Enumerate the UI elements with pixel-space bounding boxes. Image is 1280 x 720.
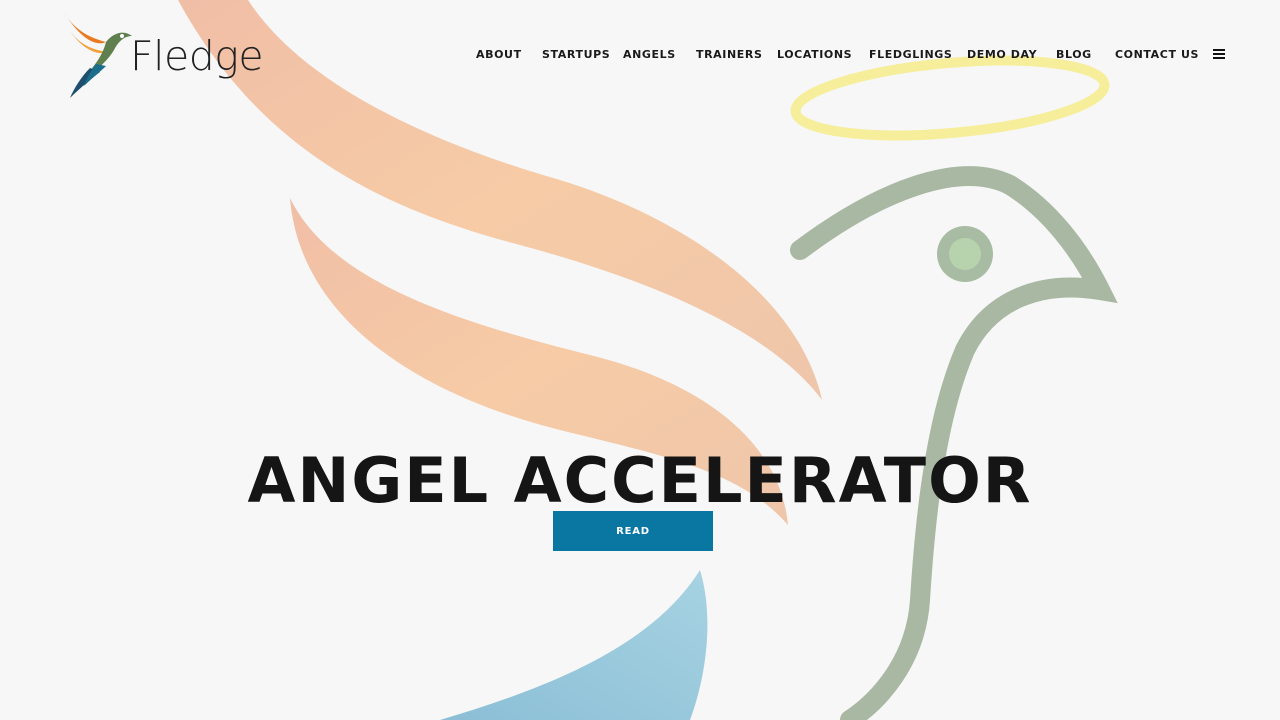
nav-item-startups[interactable]: STARTUPS [542,48,610,61]
tail-feather-shape [440,570,708,720]
nav-item-locations[interactable]: LOCATIONS [777,48,852,61]
hero-title: ANGEL ACCELERATOR [247,443,1033,517]
nav-item-contact-us[interactable]: CONTACT US [1115,48,1199,61]
nav-item-angels[interactable]: ANGELS [623,48,676,61]
nav-item-blog[interactable]: BLOG [1056,48,1092,61]
bird-eye-highlight [949,238,981,270]
nav-item-about[interactable]: ABOUT [476,48,522,61]
hamburger-menu-icon[interactable] [1213,49,1225,60]
nav-item-trainers[interactable]: TRAINERS [696,48,763,61]
site-header: Fledge ABOUT STARTUPS ANGELS TRAINERS LO… [0,0,1280,110]
nav-item-fledglings[interactable]: FLEDGLINGS [869,48,952,61]
nav-item-demo-day[interactable]: DEMO DAY [967,48,1037,61]
main-nav: ABOUT STARTUPS ANGELS TRAINERS LOCATIONS… [0,48,1280,64]
read-button[interactable]: READ [553,511,713,551]
